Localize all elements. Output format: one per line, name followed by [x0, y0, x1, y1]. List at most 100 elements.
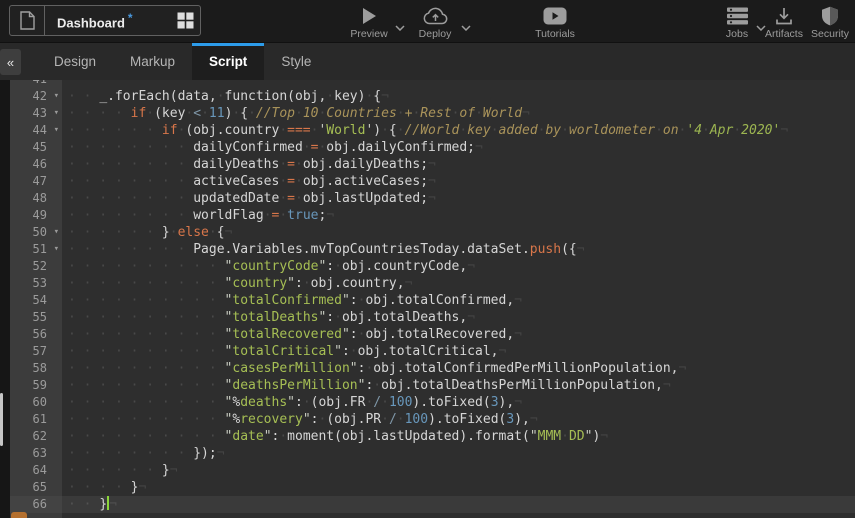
code-text[interactable]: · · }¬	[62, 496, 855, 513]
code-text[interactable]: · · · · · · · · · · "totalRecovered":·ob…	[62, 326, 855, 343]
line-number[interactable]: 51▾	[10, 241, 62, 258]
tab-design[interactable]: Design	[37, 43, 113, 80]
line-number[interactable]: 60	[10, 394, 62, 411]
code-text[interactable]	[62, 80, 855, 88]
tab-markup[interactable]: Markup	[113, 43, 192, 80]
preview-button[interactable]: Preview	[341, 5, 397, 40]
code-line-56[interactable]: 56· · · · · · · · · · "totalRecovered":·…	[10, 326, 855, 343]
code-text[interactable]: · · · · · · · · });¬	[62, 445, 855, 462]
code-text[interactable]: · · · · · · · · · · "%deaths":·(obj.FR·/…	[62, 394, 855, 411]
code-text[interactable]: · · · · · · · · activeCases·=·obj.active…	[62, 173, 855, 190]
code-line-48[interactable]: 48· · · · · · · · updatedDate·=·obj.last…	[10, 190, 855, 207]
code-text[interactable]: · · · · · · · · · · "countryCode":·obj.c…	[62, 258, 855, 275]
line-number[interactable]: 62	[10, 428, 62, 445]
line-number[interactable]: 44▾	[10, 122, 62, 139]
line-number[interactable]: 48	[10, 190, 62, 207]
code-text[interactable]: · · · · if·(key·<·11)·{·//Top·10·Countri…	[62, 105, 855, 122]
line-number[interactable]: 52	[10, 258, 62, 275]
code-line-60[interactable]: 60· · · · · · · · · · "%deaths":·(obj.FR…	[10, 394, 855, 411]
line-number[interactable]: 59	[10, 377, 62, 394]
code-line-54[interactable]: 54· · · · · · · · · · "totalConfirmed":·…	[10, 292, 855, 309]
code-line-62[interactable]: 62· · · · · · · · · · "date":·moment(obj…	[10, 428, 855, 445]
chevron-down-icon[interactable]	[461, 18, 471, 36]
code-line-61[interactable]: 61· · · · · · · · · · "%recovery":·(obj.…	[10, 411, 855, 428]
code-text[interactable]: · · · · · · }¬	[62, 462, 855, 479]
code-line-43[interactable]: 43▾· · · · if·(key·<·11)·{·//Top·10·Coun…	[10, 105, 855, 122]
fold-icon[interactable]: ▾	[54, 105, 59, 122]
code-line-49[interactable]: 49· · · · · · · · worldFlag·=·true;¬	[10, 207, 855, 224]
deploy-button[interactable]: Deploy	[407, 5, 463, 40]
code-line-44[interactable]: 44▾· · · · · · if·(obj.country·===·'Worl…	[10, 122, 855, 139]
scrollbar-thumb[interactable]	[0, 393, 3, 446]
code-line-59[interactable]: 59· · · · · · · · · · "deathsPerMillion"…	[10, 377, 855, 394]
code-line-41[interactable]: 41	[10, 80, 855, 88]
code-line-65[interactable]: 65· · · · }¬	[10, 479, 855, 496]
code-text[interactable]: · · · · · · · · · · "totalDeaths":·obj.t…	[62, 309, 855, 326]
code-line-53[interactable]: 53· · · · · · · · · · "country":·obj.cou…	[10, 275, 855, 292]
code-text[interactable]: · · · · }¬	[62, 479, 855, 496]
jobs-button[interactable]: Jobs	[717, 5, 757, 40]
code-text[interactable]: · · · · · · · · · · "totalCritical":·obj…	[62, 343, 855, 360]
artifacts-button[interactable]: Artifacts	[758, 5, 810, 40]
line-number[interactable]: 65	[10, 479, 62, 496]
pages-grid-icon[interactable]	[170, 12, 200, 29]
code-text[interactable]: · · · · · · if·(obj.country·===·'World')…	[62, 122, 855, 139]
fold-icon[interactable]: ▾	[54, 224, 59, 241]
code-text[interactable]: · · _.forEach(data,·function(obj,·key)·{…	[62, 88, 855, 105]
code-line-42[interactable]: 42▾· · _.forEach(data,·function(obj,·key…	[10, 88, 855, 105]
fold-icon[interactable]: ▾	[54, 241, 59, 258]
line-number[interactable]: 46	[10, 156, 62, 173]
code-line-46[interactable]: 46· · · · · · · · dailyDeaths·=·obj.dail…	[10, 156, 855, 173]
code-line-66[interactable]: 66· · }¬	[10, 496, 855, 513]
code-text[interactable]: · · · · · · · · worldFlag·=·true;¬	[62, 207, 855, 224]
line-number[interactable]: 61	[10, 411, 62, 428]
collapse-left-panel-button[interactable]: «	[0, 49, 21, 75]
line-number[interactable]: 50▾	[10, 224, 62, 241]
line-number[interactable]: 66	[10, 496, 62, 513]
code-line-63[interactable]: 63· · · · · · · · });¬	[10, 445, 855, 462]
page-tab[interactable]: Dashboard*	[9, 5, 201, 36]
code-line-47[interactable]: 47· · · · · · · · activeCases·=·obj.acti…	[10, 173, 855, 190]
code-text[interactable]: · · · · · · · · dailyConfirmed·=·obj.dai…	[62, 139, 855, 156]
code-line-55[interactable]: 55· · · · · · · · · · "totalDeaths":·obj…	[10, 309, 855, 326]
line-number[interactable]: 54	[10, 292, 62, 309]
line-number[interactable]: 53	[10, 275, 62, 292]
code-text[interactable]: · · · · · · · · · · "country":·obj.count…	[62, 275, 855, 292]
fold-icon[interactable]: ▾	[54, 122, 59, 139]
tab-script[interactable]: Script	[192, 43, 264, 80]
line-number[interactable]: 41	[10, 80, 62, 88]
line-number[interactable]: 56	[10, 326, 62, 343]
line-number[interactable]: 45	[10, 139, 62, 156]
code-text[interactable]: · · · · · · · · · · "%recovery":·(obj.PR…	[62, 411, 855, 428]
line-number[interactable]: 63	[10, 445, 62, 462]
code-area[interactable]: 4142▾· · _.forEach(data,·function(obj,·k…	[10, 80, 855, 518]
code-line-51[interactable]: 51▾· · · · · · · · Page.Variables.mvTopC…	[10, 241, 855, 258]
code-line-52[interactable]: 52· · · · · · · · · · "countryCode":·obj…	[10, 258, 855, 275]
line-number[interactable]: 42▾	[10, 88, 62, 105]
line-number[interactable]: 43▾	[10, 105, 62, 122]
code-line-58[interactable]: 58· · · · · · · · · · "casesPerMillion":…	[10, 360, 855, 377]
code-line-64[interactable]: 64· · · · · · }¬	[10, 462, 855, 479]
code-text[interactable]: · · · · · · · · · · "deathsPerMillion":·…	[62, 377, 855, 394]
code-line-50[interactable]: 50▾· · · · · · }·else·{¬	[10, 224, 855, 241]
code-text[interactable]: · · · · · · · · updatedDate·=·obj.lastUp…	[62, 190, 855, 207]
tab-style[interactable]: Style	[264, 43, 328, 80]
security-button[interactable]: Security	[806, 5, 854, 40]
code-line-45[interactable]: 45· · · · · · · · dailyConfirmed·=·obj.d…	[10, 139, 855, 156]
line-number[interactable]: 49	[10, 207, 62, 224]
code-text[interactable]: · · · · · · · · dailyDeaths·=·obj.dailyD…	[62, 156, 855, 173]
line-number[interactable]: 64	[10, 462, 62, 479]
code-text[interactable]: · · · · · · · · Page.Variables.mvTopCoun…	[62, 241, 855, 258]
fold-icon[interactable]: ▾	[54, 88, 59, 105]
line-number[interactable]: 47	[10, 173, 62, 190]
code-text[interactable]: · · · · · · · · · · "casesPerMillion":·o…	[62, 360, 855, 377]
code-line-57[interactable]: 57· · · · · · · · · · "totalCritical":·o…	[10, 343, 855, 360]
code-text[interactable]: · · · · · · · · · · "totalConfirmed":·ob…	[62, 292, 855, 309]
chevron-down-icon[interactable]	[395, 18, 405, 36]
code-text[interactable]: · · · · · · }·else·{¬	[62, 224, 855, 241]
line-number[interactable]: 55	[10, 309, 62, 326]
tutorials-button[interactable]: Tutorials	[527, 5, 583, 40]
file-icon[interactable]	[10, 6, 45, 35]
line-number[interactable]: 57	[10, 343, 62, 360]
code-text[interactable]: · · · · · · · · · · "date":·moment(obj.l…	[62, 428, 855, 445]
